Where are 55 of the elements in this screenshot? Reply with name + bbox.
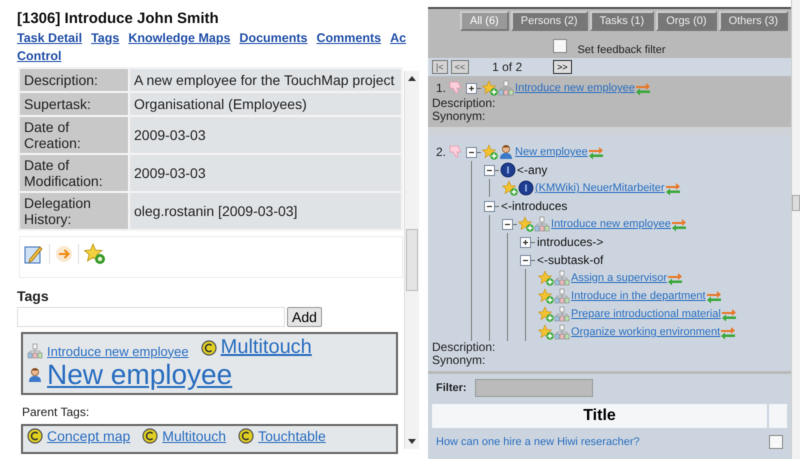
field-label: Date of Modification: xyxy=(20,155,128,191)
entity-link[interactable]: Organize working environment xyxy=(571,326,720,338)
pager-button[interactable]: >> xyxy=(553,60,572,74)
filter-tab[interactable]: Orgs (0) xyxy=(656,11,717,31)
nav-link[interactable]: Documents xyxy=(239,31,308,45)
column-header[interactable]: Title xyxy=(432,404,767,428)
result-number: 1. xyxy=(436,80,446,97)
page-indicator: 1 of 2 xyxy=(492,60,522,74)
relation-label: <-introduces xyxy=(501,199,568,213)
nav-link[interactable]: Comments xyxy=(316,31,382,45)
field-value: Organisational (Employees) xyxy=(130,93,401,115)
nav-link[interactable]: Task Detail xyxy=(17,31,82,45)
filter-tab[interactable]: Tasks (1) xyxy=(590,11,654,31)
synonym-label: Synonym: xyxy=(432,110,486,123)
field-value: oleg.rostanin [2009-03-03] xyxy=(130,193,401,229)
entity-link[interactable]: Introduce new employee xyxy=(551,218,671,230)
filter-label: Filter: xyxy=(436,382,467,394)
field-value: 2009-03-03 xyxy=(130,117,401,153)
tag-link[interactable]: Touchtable xyxy=(258,428,326,444)
tags-heading: Tags xyxy=(17,288,50,304)
description-label: Description: xyxy=(432,341,496,354)
filter-tab[interactable]: Others (3) xyxy=(718,11,788,31)
nav-link[interactable]: Tags xyxy=(91,31,120,45)
tag-link[interactable]: Introduce new employee xyxy=(47,344,189,358)
result-number: 2. xyxy=(436,144,446,161)
tag-link[interactable]: Multitouch xyxy=(220,336,312,359)
tag-link[interactable]: Concept map xyxy=(47,428,130,444)
entity-link[interactable]: (KMWiki) NeuerMitarbeiter xyxy=(535,182,665,194)
field-label: Date of Creation: xyxy=(20,117,128,153)
tag-link[interactable]: Multitouch xyxy=(162,428,226,444)
relation-label: introduces-> xyxy=(537,235,604,249)
field-label: Description: xyxy=(20,69,128,91)
parent-tags-label: Parent Tags: xyxy=(22,405,90,419)
task-title: [1306] Introduce John Smith xyxy=(17,10,220,27)
add-button[interactable]: Add xyxy=(287,307,322,327)
field-value: A new employee for the TouchMap project xyxy=(130,69,401,91)
tag-link[interactable]: New employee xyxy=(47,359,232,391)
field-label: Delegation History: xyxy=(20,193,128,229)
description-label: Description: xyxy=(432,97,496,110)
nav-link[interactable]: Knowledge Maps xyxy=(128,31,230,45)
synonym-label: Synonym: xyxy=(432,354,486,367)
filter-tab[interactable]: All (6) xyxy=(460,11,509,31)
entity-link[interactable]: Introduce in the department xyxy=(571,290,706,302)
entity-link[interactable]: Introduce new employee xyxy=(515,82,635,94)
relation-label: <-any xyxy=(517,163,548,177)
entity-link[interactable]: Prepare introductional material xyxy=(571,308,721,320)
nav-link[interactable]: Control xyxy=(17,49,62,63)
entity-link[interactable]: New employee xyxy=(515,146,588,158)
nav-link[interactable]: Ac xyxy=(390,31,406,45)
field-value: 2009-03-03 xyxy=(130,155,401,191)
entity-link[interactable]: Assign a supervisor xyxy=(571,272,668,284)
relation-label: <-subtask-of xyxy=(537,253,604,267)
filter-tab[interactable]: Persons (2) xyxy=(510,11,588,31)
checkbox-label: Set feedback filter xyxy=(577,44,666,56)
field-label: Supertask: xyxy=(20,93,128,115)
